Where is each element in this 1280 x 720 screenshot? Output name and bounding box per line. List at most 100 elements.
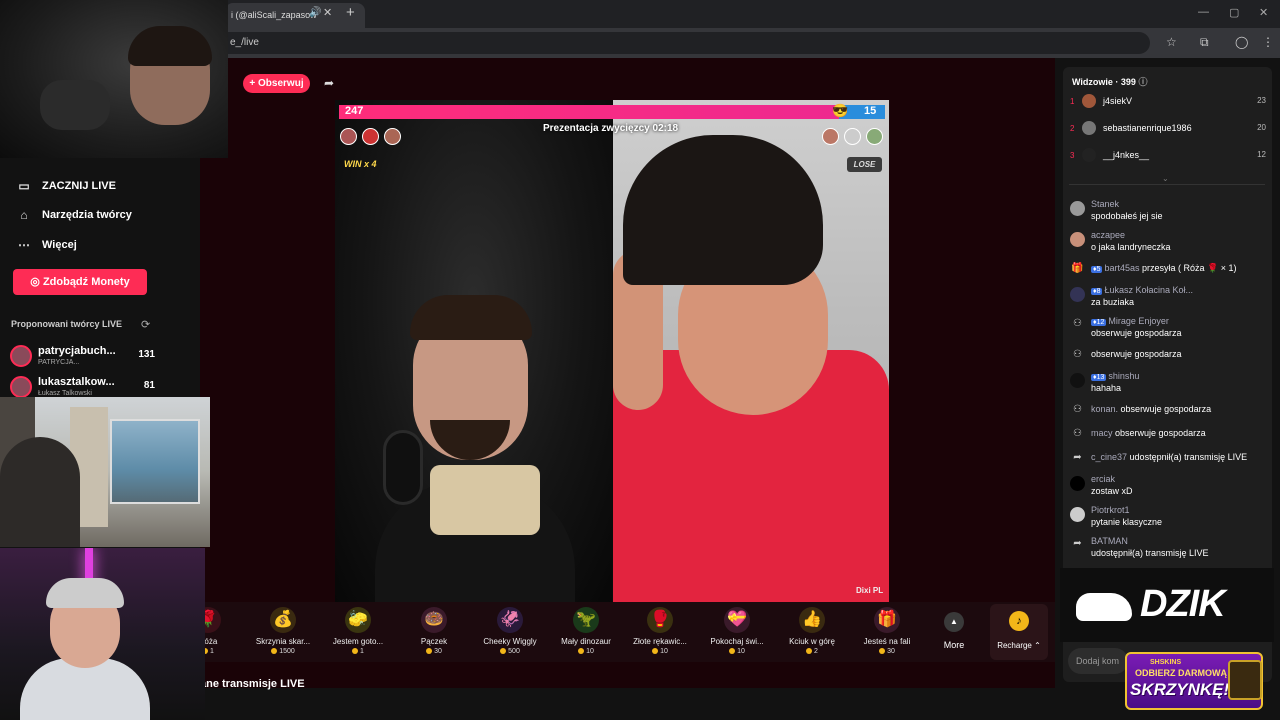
share-icon[interactable]: ➦ <box>324 76 334 90</box>
gift-name: Jesteś na fali <box>863 637 911 646</box>
viewer-score: 20 <box>1257 123 1266 132</box>
creator-item[interactable]: patrycjabuch... PATRYCJA... 131 <box>10 343 155 369</box>
new-tab-icon[interactable]: + <box>346 4 355 21</box>
chat-username[interactable]: konan. <box>1091 404 1118 414</box>
supporter-avatar[interactable] <box>844 128 861 145</box>
nav-item-go-live[interactable]: ▭ ZACZNIJ LIVE <box>16 179 116 193</box>
wiggly-icon: 🦑 <box>497 607 523 633</box>
chat-line: c_cine37 udostępnił(a) transmisję LIVE <box>1091 452 1247 462</box>
supporter-avatar[interactable] <box>384 128 401 145</box>
coin-icon: ◎ <box>30 276 43 288</box>
creator-name: patrycjabuch... <box>38 345 116 357</box>
nav-item-more[interactable]: ⋯ Więcej <box>16 238 77 252</box>
nav-item-creator-tools[interactable]: ⌂ Narzędzia twórcy <box>16 208 132 222</box>
chat-text: pytanie klasyczne <box>1091 517 1163 527</box>
refresh-icon[interactable]: ⟳ <box>141 318 150 331</box>
gift-price: 2 <box>776 648 848 655</box>
gloves-icon: 🥊 <box>647 607 673 633</box>
chat-username[interactable]: ♦8 Łukasz Kołacina Koł... <box>1091 285 1193 295</box>
gift-item[interactable]: 🎁 Jesteś na fali 30 <box>851 607 923 655</box>
host-hair <box>410 295 532 340</box>
treasure-chest-icon <box>1228 660 1262 700</box>
avatar <box>1070 287 1085 302</box>
chat-username[interactable]: aczapee <box>1091 230 1125 240</box>
gift-name: Pączek <box>420 637 448 646</box>
chat-text: obserwuje gospodarza <box>1120 404 1212 414</box>
chat-input[interactable]: Dodaj kom <box>1068 648 1128 674</box>
get-coins-button[interactable]: ◎ Zdobądź Monety <box>13 269 147 295</box>
microphone <box>40 80 110 130</box>
gift-item[interactable]: 🥊 Złote rękawic... 10 <box>624 607 696 655</box>
recharge-button[interactable]: ♪ Recharge ⌃ <box>990 604 1048 660</box>
bookmark-star-icon[interactable]: ☆ <box>1166 35 1177 49</box>
level-badge: ♦12 <box>1091 319 1107 326</box>
get-coins-label: Zdobądź Monety <box>42 276 130 288</box>
gift-item[interactable]: 💝 Pokochaj świ... 10 <box>701 607 773 655</box>
avatar <box>10 376 32 398</box>
extensions-icon[interactable]: ⧉ <box>1200 35 1209 50</box>
guest-webcam-2 <box>0 548 205 720</box>
supporter-avatar[interactable] <box>822 128 839 145</box>
chat-line: ♦5 bart45as przesyła ( Róża 🌹 × 1) <box>1091 263 1237 274</box>
chat-username[interactable]: ♦12 Mirage Enjoyer <box>1091 316 1169 326</box>
chat-text: o jaka landryneczka <box>1091 242 1171 252</box>
chat-username[interactable]: c_cine37 <box>1091 452 1127 462</box>
gift-name: Kciuk w górę <box>789 637 835 646</box>
thumbs-up-icon: 👍 <box>799 607 825 633</box>
chat-username[interactable]: BATMAN <box>1091 536 1128 546</box>
chat-text: udostępnił(a) transmisję LIVE <box>1091 548 1209 558</box>
supporter-avatar[interactable] <box>340 128 357 145</box>
avatar <box>10 345 32 367</box>
browser-tab[interactable]: i (@aliScali_zapasow <box>225 3 365 28</box>
chat-username[interactable]: ♦13 shinshu <box>1091 371 1139 381</box>
dinosaur-icon: 🦖 <box>573 607 599 633</box>
chat-username[interactable]: Piotrkrot1 <box>1091 505 1130 515</box>
top-viewer-row[interactable]: 2 sebastianenrique1986 20 <box>1070 121 1266 141</box>
chat-text: obserwuje gospodarza <box>1115 428 1206 438</box>
avatar <box>1082 94 1096 108</box>
viewer-count: 131 <box>138 349 155 360</box>
chat-text: udostępnił(a) transmisję LIVE <box>1129 452 1248 462</box>
chevron-down-icon[interactable]: ⌄ <box>1162 174 1169 183</box>
coin-icon: ♪ <box>1009 611 1029 631</box>
chat-text: przesyła ( Róża 🌹 × 1) <box>1142 263 1237 273</box>
chat-username[interactable]: Stanek <box>1091 199 1119 209</box>
gift-price: 500 <box>474 648 546 655</box>
gift-item[interactable]: 👍 Kciuk w górę 2 <box>776 607 848 655</box>
opponent-hair <box>623 135 823 285</box>
chat-username[interactable]: macy <box>1091 428 1113 438</box>
gift-item[interactable]: 🧽 Jestem goto... 1 <box>322 607 394 655</box>
gift-item[interactable]: 💰 Skrzynia skar... 1500 <box>247 607 319 655</box>
chat-username[interactable]: bart45as <box>1104 263 1139 273</box>
gift-price: 1500 <box>247 648 319 655</box>
score-left: 247 <box>345 105 364 117</box>
browser-menu-icon[interactable]: ⋮ <box>1262 35 1274 49</box>
url-field[interactable]: e_/live <box>200 32 1150 54</box>
nav-label: Więcej <box>42 239 77 251</box>
close-window-icon[interactable]: ✕ <box>1259 6 1268 19</box>
donut-icon: 🍩 <box>421 607 447 633</box>
avatar <box>1070 507 1085 522</box>
gift-item[interactable]: 🦖 Mały dinozaur 10 <box>550 607 622 655</box>
headphones <box>383 430 423 505</box>
minimize-icon[interactable]: — <box>1198 6 1209 18</box>
avatar <box>1082 121 1096 135</box>
chat-username[interactable]: erciak <box>1091 474 1115 484</box>
maximize-icon[interactable]: ▢ <box>1229 6 1239 19</box>
profile-icon[interactable]: ◯ <box>1235 35 1248 49</box>
more-gifts-button[interactable]: ▲ More <box>938 612 970 650</box>
chat-text: hahaha <box>1091 383 1122 393</box>
promo-brand: SHSKINS <box>1150 659 1182 666</box>
recommended-section-title: ane transmisje LIVE <box>200 678 305 690</box>
speaker-icon[interactable]: 🔊 <box>309 7 321 18</box>
gift-item[interactable]: 🦑 Cheeky Wiggly 500 <box>474 607 546 655</box>
host-scarf <box>430 465 540 535</box>
top-viewer-row[interactable]: 3 __j4nkes__ 12 <box>1070 148 1266 168</box>
supporter-avatar[interactable] <box>866 128 883 145</box>
gift-item[interactable]: 🍩 Pączek 30 <box>398 607 470 655</box>
close-tab-icon[interactable]: ✕ <box>323 6 332 19</box>
opponent-video <box>613 100 889 602</box>
top-viewer-row[interactable]: 1 j4siekV 23 <box>1070 94 1266 114</box>
supporter-avatar[interactable] <box>362 128 379 145</box>
follow-button[interactable]: + Obserwuj <box>243 74 310 93</box>
